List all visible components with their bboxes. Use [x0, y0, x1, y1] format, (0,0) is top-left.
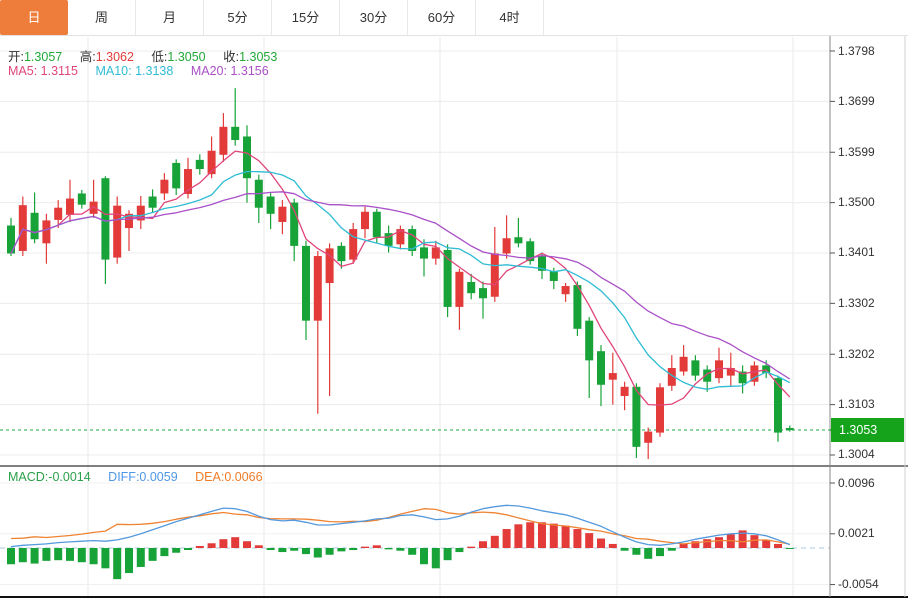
- open-label: 开:: [8, 50, 24, 64]
- current-price-value: 1.3053: [839, 423, 877, 437]
- macd-readout: MACD:-0.0014 DIFF:0.0059 DEA:0.0066: [8, 470, 277, 484]
- close-value: 1.3053: [239, 50, 277, 64]
- diff-label: DIFF:: [108, 470, 139, 484]
- dea-value: 0.0066: [224, 470, 262, 484]
- ma10-label: MA10:: [95, 64, 131, 78]
- high-value: 1.3062: [96, 50, 134, 64]
- tab-月[interactable]: 月: [136, 0, 204, 35]
- price-axis-label: 1.3401: [838, 245, 904, 260]
- price-axis-label: 1.3798: [838, 44, 904, 59]
- macd-label: MACD:: [8, 470, 48, 484]
- price-axis-label: 1.3302: [838, 296, 904, 311]
- macd-axis-label: 0.0096: [838, 476, 904, 491]
- diff-value: 0.0059: [139, 470, 177, 484]
- price-axis-label: 1.3500: [838, 195, 904, 210]
- macd-axis-label: 0.0021: [838, 526, 904, 541]
- price-axis-label: 1.3103: [838, 397, 904, 412]
- interval-tab-bar: 日周月5分15分30分60分4时: [0, 0, 908, 36]
- open-value: 1.3057: [24, 50, 62, 64]
- price-axis-label: 1.3202: [838, 347, 904, 362]
- close-label: 收:: [223, 50, 239, 64]
- tab-15分[interactable]: 15分: [272, 0, 340, 35]
- price-axis-label: 1.3599: [838, 145, 904, 160]
- candlestick-chart[interactable]: [0, 0, 908, 600]
- tab-30分[interactable]: 30分: [340, 0, 408, 35]
- ma20-value: 1.3156: [230, 64, 268, 78]
- ma5-value: 1.3115: [41, 64, 78, 78]
- low-label: 低:: [151, 50, 167, 64]
- current-price-badge: 1.3053: [831, 418, 904, 442]
- tab-4时[interactable]: 4时: [476, 0, 544, 35]
- macd-axis-label: -0.0054: [838, 577, 904, 592]
- tab-周[interactable]: 周: [68, 0, 136, 35]
- ma5-label: MA5:: [8, 64, 37, 78]
- trading-chart-app: 日周月5分15分30分60分4时 开:1.3057 高:1.3062 低:1.3…: [0, 0, 908, 600]
- dea-label: DEA:: [195, 470, 224, 484]
- price-axis-label: 1.3699: [838, 94, 904, 109]
- high-label: 高:: [80, 50, 96, 64]
- tab-日[interactable]: 日: [0, 0, 68, 35]
- quote-readout: 开:1.3057 高:1.3062 低:1.3050 收:1.3053: [8, 46, 291, 65]
- tab-60分[interactable]: 60分: [408, 0, 476, 35]
- low-value: 1.3050: [167, 50, 205, 64]
- price-axis-label: 1.3004: [838, 447, 904, 462]
- ma20-label: MA20:: [191, 64, 227, 78]
- macd-value: -0.0014: [48, 470, 90, 484]
- ma-readout: MA5: 1.3115 MA10: 1.3138 MA20: 1.3156: [8, 64, 283, 78]
- ma10-value: 1.3138: [135, 64, 173, 78]
- tab-5分[interactable]: 5分: [204, 0, 272, 35]
